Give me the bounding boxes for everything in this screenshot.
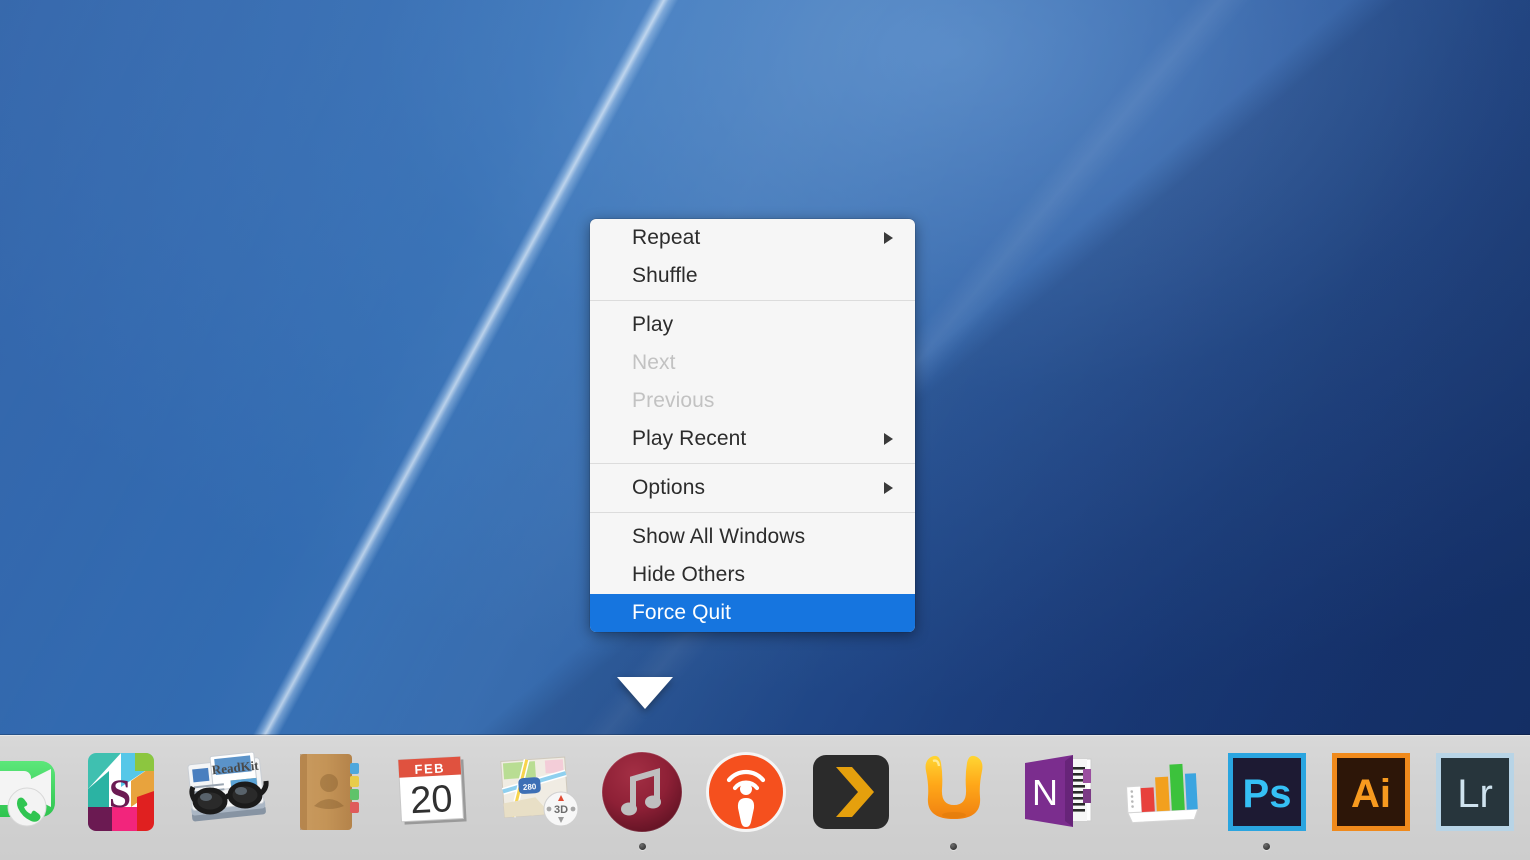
running-indicator-photoshop (1263, 843, 1270, 850)
menu-item-force-quit[interactable]: Force Quit (590, 594, 915, 632)
menu-separator (590, 300, 915, 301)
dock-item-contacts[interactable] (285, 746, 377, 838)
dock-item-transmit[interactable] (908, 746, 1000, 838)
calendar-icon: FEB 20 (391, 749, 477, 835)
dock-item-maps[interactable]: 280 3D (492, 746, 584, 838)
svg-text:Ai: Ai (1351, 772, 1391, 816)
dock-item-itunes[interactable] (596, 746, 688, 838)
menu-item-previous: Previous (590, 382, 915, 420)
menu-item-repeat[interactable]: Repeat (590, 219, 915, 257)
running-indicator-itunes (639, 843, 646, 850)
menu-item-label: Force Quit (632, 601, 732, 624)
svg-text:Ps: Ps (1243, 772, 1292, 816)
dock[interactable]: S ReadKit FEB 20 280 3D N Ps Ai Lr (0, 735, 1530, 860)
menu-item-label: Show All Windows (632, 525, 806, 548)
menu-item-label: Play (632, 313, 674, 336)
readkit-icon: ReadKit (184, 749, 270, 835)
running-indicator-transmit (950, 843, 957, 850)
menu-item-label: Options (632, 476, 706, 499)
menu-item-play-recent[interactable]: Play Recent (590, 420, 915, 458)
dock-context-menu[interactable]: Repeat Shuffle Play Next Previous Play R… (590, 219, 915, 632)
menu-item-hide-others[interactable]: Hide Others (590, 556, 915, 594)
menu-item-label: Previous (632, 389, 715, 412)
menu-item-label: Repeat (632, 226, 701, 249)
podcasts-icon (703, 749, 789, 835)
dock-item-lightroom[interactable]: Lr (1429, 746, 1521, 838)
menu-separator (590, 512, 915, 513)
dock-item-facetime[interactable] (0, 746, 66, 838)
menu-item-label: Hide Others (632, 563, 746, 586)
contacts-icon (288, 749, 374, 835)
transmit-icon (911, 749, 997, 835)
itunes-icon (599, 749, 685, 835)
dock-item-plex[interactable] (805, 746, 897, 838)
menu-item-play[interactable]: Play (590, 306, 915, 344)
submenu-arrow-icon (884, 482, 893, 494)
dock-item-podcasts[interactable] (700, 746, 792, 838)
dock-item-readkit[interactable]: ReadKit (181, 746, 273, 838)
facetime-icon (0, 749, 63, 835)
menu-item-label: Next (632, 351, 676, 374)
svg-text:20: 20 (409, 778, 453, 822)
numbers-icon (1119, 749, 1205, 835)
dock-item-illustrator[interactable]: Ai (1325, 746, 1417, 838)
dock-item-numbers[interactable] (1116, 746, 1208, 838)
lightroom-icon: Lr (1432, 749, 1518, 835)
menu-item-options[interactable]: Options (590, 469, 915, 507)
submenu-arrow-icon (884, 433, 893, 445)
plex-icon (808, 749, 894, 835)
svg-text:S: S (109, 771, 131, 816)
submenu-arrow-icon (884, 232, 893, 244)
slack-icon: S (79, 749, 165, 835)
menu-item-label: Shuffle (632, 264, 698, 287)
dock-item-calendar[interactable]: FEB 20 (388, 746, 480, 838)
context-menu-pointer-tail (617, 677, 673, 709)
menu-item-next: Next (590, 344, 915, 382)
dock-item-slack[interactable]: S (76, 746, 168, 838)
dock-item-onenote[interactable]: N (1012, 746, 1104, 838)
menu-item-label: Play Recent (632, 427, 747, 450)
menu-item-show-all-windows[interactable]: Show All Windows (590, 518, 915, 556)
illustrator-icon: Ai (1328, 749, 1414, 835)
svg-text:Lr: Lr (1457, 772, 1493, 816)
menu-item-shuffle[interactable]: Shuffle (590, 257, 915, 295)
onenote-icon: N (1015, 749, 1101, 835)
svg-text:3D: 3D (554, 804, 568, 816)
svg-text:N: N (1032, 772, 1058, 813)
dock-item-photoshop[interactable]: Ps (1221, 746, 1313, 838)
photoshop-icon: Ps (1224, 749, 1310, 835)
svg-text:280: 280 (523, 782, 537, 792)
menu-separator (590, 463, 915, 464)
svg-text:FEB: FEB (414, 760, 445, 777)
maps-icon: 280 3D (495, 749, 581, 835)
